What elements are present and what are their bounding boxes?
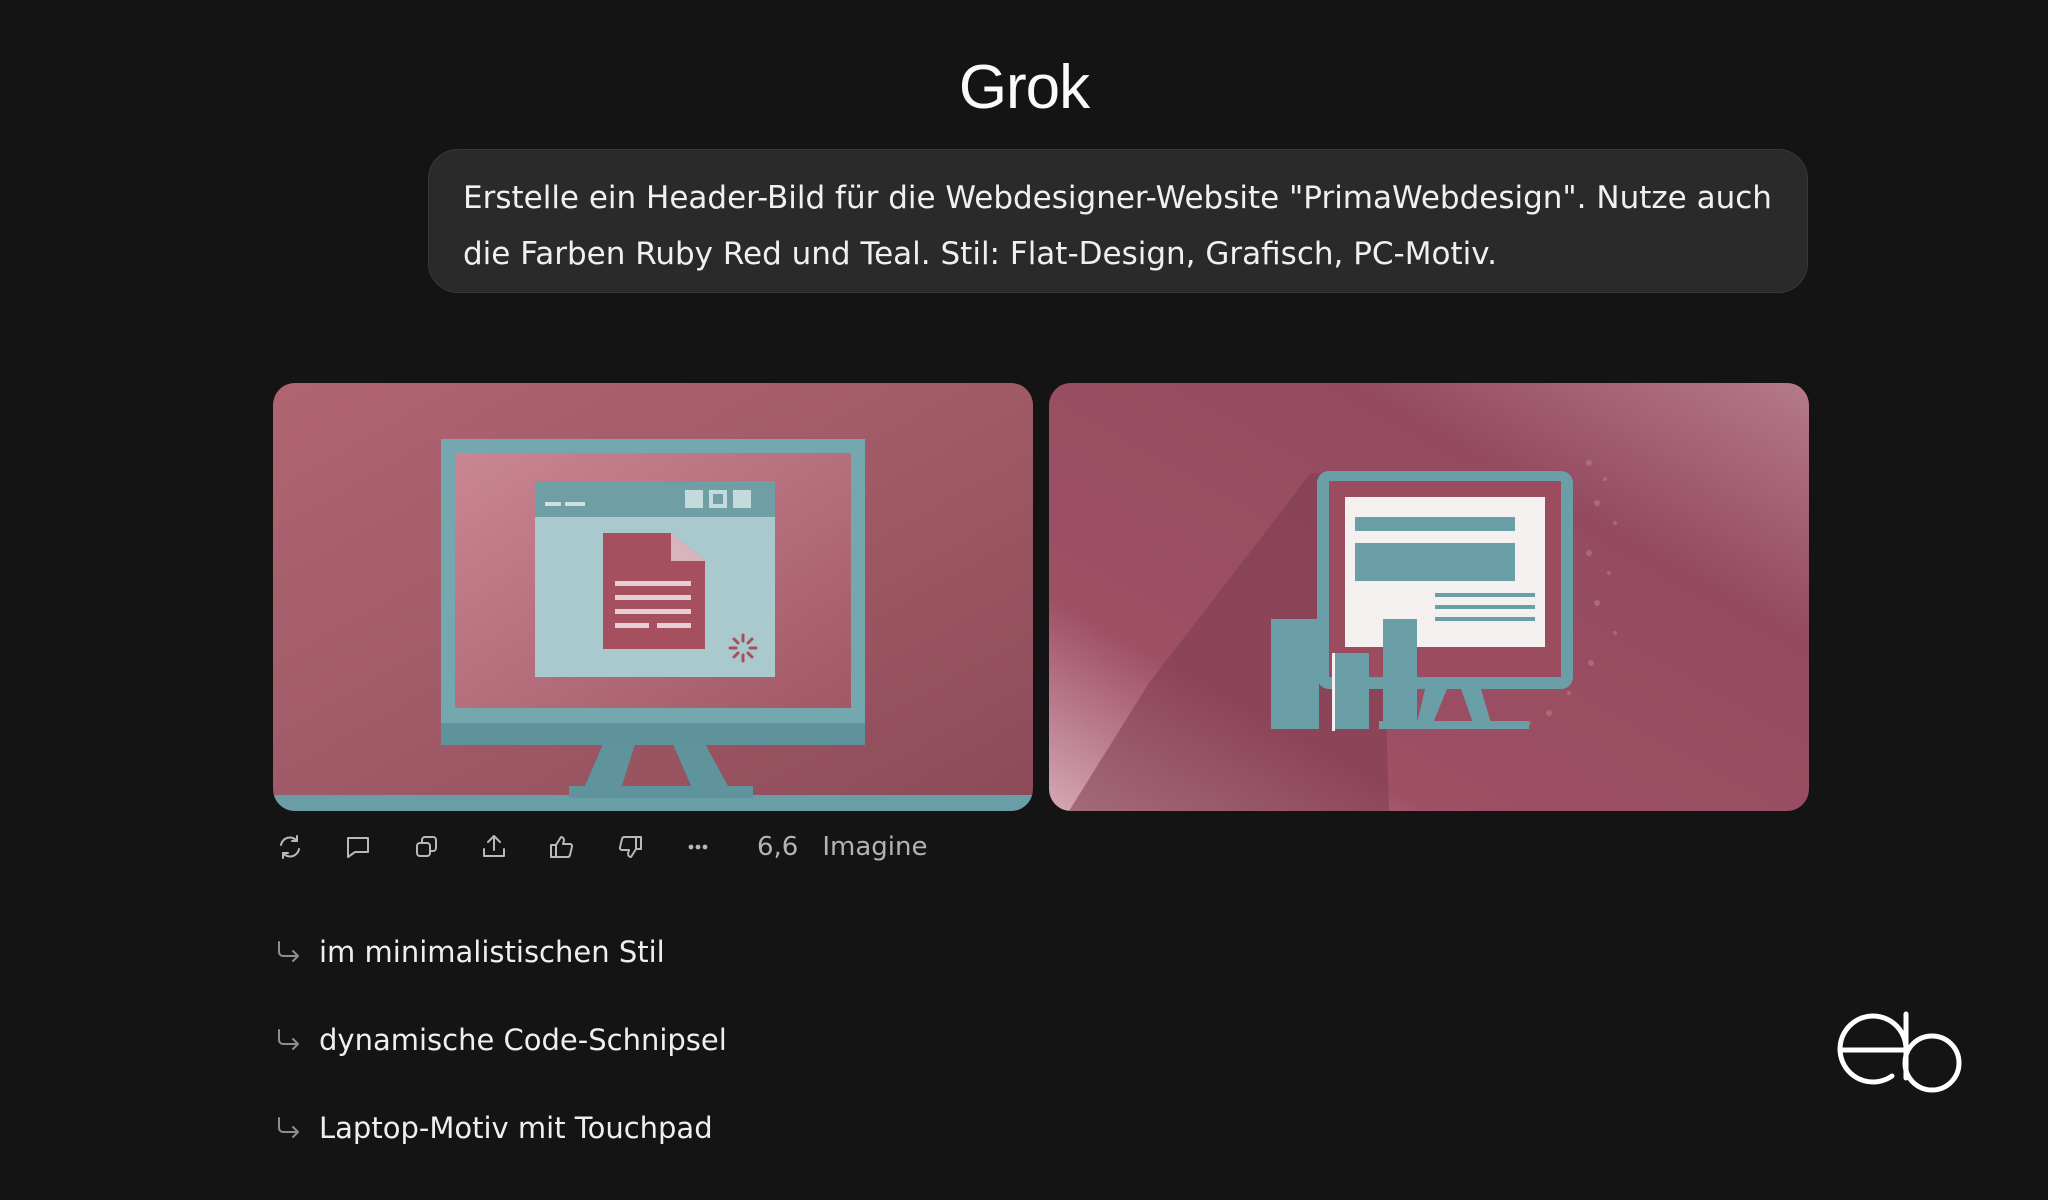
page-title: Grok	[958, 53, 1090, 122]
comment-button[interactable]	[341, 826, 409, 868]
suggestion-item[interactable]: im minimalistischen Stil	[273, 930, 665, 974]
reply-arrow-icon	[278, 1029, 299, 1050]
response-action-bar: 6,6 Imagine	[273, 826, 928, 868]
monitor-browser-illustration	[273, 383, 1033, 811]
copy-button[interactable]	[409, 826, 477, 868]
suggestion-item[interactable]: Laptop-Motiv mit Touchpad	[273, 1106, 713, 1150]
reply-arrow-icon	[278, 941, 299, 962]
share-icon	[483, 835, 505, 857]
more-options-button[interactable]	[681, 826, 749, 868]
generated-image-2[interactable]	[1049, 383, 1809, 811]
regenerate-icon	[280, 835, 300, 859]
like-button[interactable]	[545, 826, 613, 868]
suggestion-label: im minimalistischen Stil	[319, 935, 665, 969]
regenerate-button[interactable]	[273, 826, 341, 868]
dislike-button[interactable]	[613, 826, 681, 868]
copy-icon	[416, 836, 437, 857]
suggestion-item[interactable]: dynamische Code-Schnipsel	[273, 1018, 727, 1062]
response-time: 6,6	[757, 832, 799, 862]
eb-logo	[1837, 1011, 1962, 1093]
thumbs-up-icon	[550, 836, 574, 858]
reply-arrow-icon	[278, 1117, 299, 1138]
model-label: Imagine	[822, 832, 928, 862]
generated-image-1[interactable]	[273, 383, 1033, 811]
monitor-website-illustration	[1049, 383, 1809, 811]
suggestion-label: dynamische Code-Schnipsel	[319, 1023, 727, 1057]
thumbs-down-icon	[618, 836, 642, 858]
suggestion-label: Laptop-Motiv mit Touchpad	[319, 1111, 713, 1145]
more-icon	[688, 844, 708, 850]
user-prompt-bubble: Erstelle ein Header-Bild für die Webdesi…	[428, 149, 1808, 293]
comment-icon	[347, 837, 369, 858]
share-button[interactable]	[477, 826, 545, 868]
